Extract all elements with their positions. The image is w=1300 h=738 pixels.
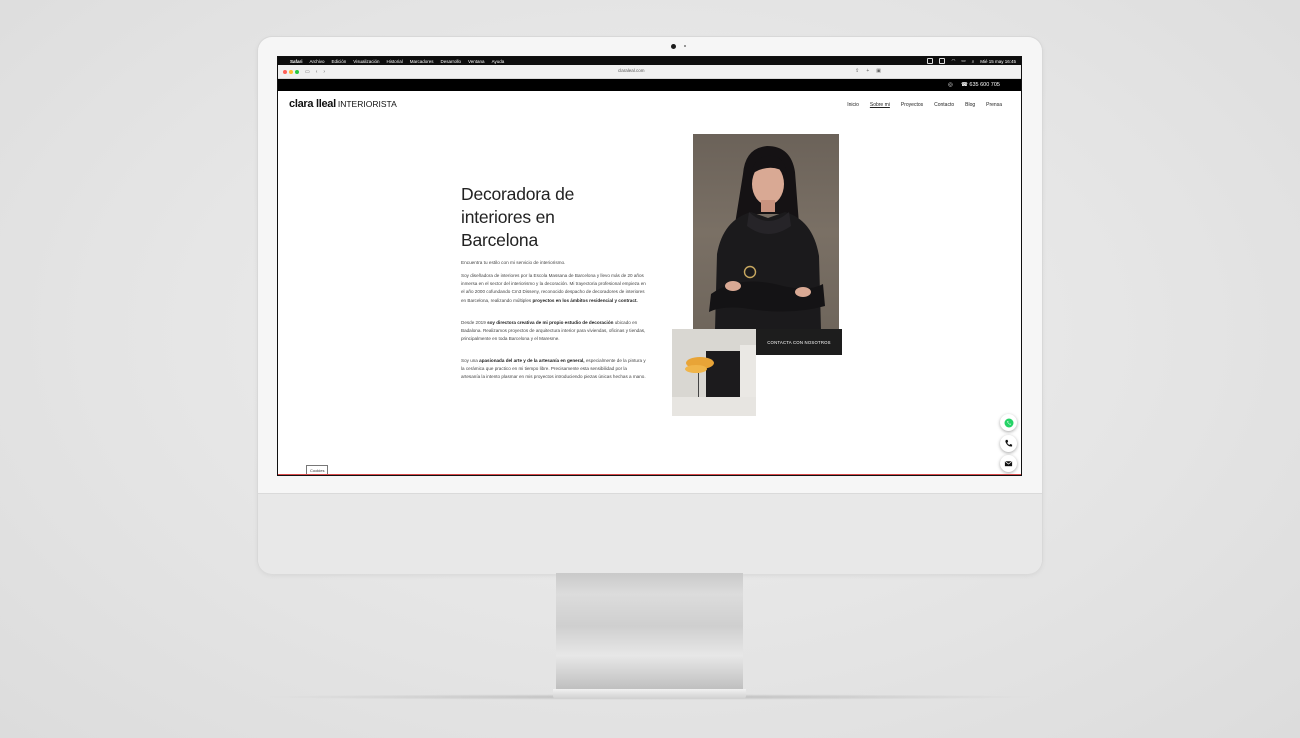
menu-edicion[interactable]: Edición xyxy=(332,59,347,64)
contact-cta-button[interactable]: CONTACTA CON NOSOTROS xyxy=(756,329,842,355)
menu-ventana[interactable]: Ventana xyxy=(468,59,485,64)
menu-app[interactable]: Safari xyxy=(290,59,303,64)
interior-illustration xyxy=(672,329,756,416)
sidebar-icon[interactable]: ▭ xyxy=(305,69,310,75)
mail-fab[interactable] xyxy=(1000,455,1017,472)
zoom-window-button[interactable] xyxy=(295,69,299,74)
paragraph-3-text-a: Soy una xyxy=(461,358,480,363)
main-nav: Inicio Sobre mi Proyectos Contacto Blog … xyxy=(847,102,1002,108)
page-title: Decoradora de interiores en Barcelona xyxy=(461,184,575,250)
new-tab-icon[interactable]: + xyxy=(866,68,869,74)
forward-icon[interactable]: › xyxy=(323,69,325,75)
logo-tagline: INTERIORISTA xyxy=(337,99,397,109)
imac-stand-base xyxy=(553,689,746,699)
share-icon[interactable]: ⇪ xyxy=(855,68,859,74)
topbar-phone[interactable]: ☎ 635 600 705 xyxy=(961,82,1000,88)
paragraph-2: Desde 2019 soy directora creativa de mi … xyxy=(461,319,646,344)
imac-chin xyxy=(258,493,1042,574)
battery-icon[interactable]: ▭ xyxy=(961,58,965,64)
nav-blog[interactable]: Blog xyxy=(965,102,975,108)
menubar-status: ◠ ▭ ⌕ Mié 15 may 16:45 xyxy=(927,58,1016,64)
whatsapp-icon xyxy=(1004,418,1013,427)
camera-led xyxy=(684,45,686,47)
menu-marcadores[interactable]: Marcadores xyxy=(410,59,434,64)
tabs-icon[interactable]: ▣ xyxy=(876,68,881,74)
camera-icon xyxy=(671,44,676,49)
toolbar-actions: ⇪ + ▣ xyxy=(855,68,881,74)
paragraph-2-bold: soy directora creativa de mi propio estu… xyxy=(487,320,614,325)
wifi-icon[interactable]: ◠ xyxy=(951,58,955,64)
paragraph-1-bold: proyectos en los ámbitos residencial y c… xyxy=(532,297,638,303)
menu-historial[interactable]: Historial xyxy=(386,59,402,64)
screen: Safari Archivo Edición Visualización His… xyxy=(277,56,1022,476)
menu-desarrollo[interactable]: Desarrollo xyxy=(441,59,462,64)
phone-fab[interactable] xyxy=(1000,435,1017,452)
paragraph-3: Soy una apasionada del arte y de la arte… xyxy=(461,357,646,382)
paragraph-3-bold: apasionada del arte y de la artesanía en… xyxy=(479,358,585,363)
whatsapp-icon[interactable]: ◎ xyxy=(948,82,953,88)
minimize-window-button[interactable] xyxy=(289,69,293,74)
mail-icon xyxy=(1004,461,1013,467)
site-logo[interactable]: clara lleal INTERIORISTA xyxy=(289,98,397,110)
logo-name: clara lleal xyxy=(289,98,336,110)
nav-proyectos[interactable]: Proyectos xyxy=(901,102,923,108)
menubar-clock[interactable]: Mié 15 may 16:45 xyxy=(980,59,1016,64)
portrait-photo xyxy=(693,134,839,330)
phone-icon xyxy=(1005,439,1013,447)
nav-inicio[interactable]: Inicio xyxy=(847,102,859,108)
nav-contacto[interactable]: Contacto xyxy=(934,102,954,108)
interior-photo xyxy=(672,329,756,416)
site-topbar: ◎ ☎ 635 600 705 xyxy=(278,79,1021,91)
menu-ayuda[interactable]: Ayuda xyxy=(492,59,505,64)
imac-stand xyxy=(556,573,743,691)
nav-sobre-mi[interactable]: Sobre mi xyxy=(870,102,890,108)
phone-number: 635 600 705 xyxy=(969,82,1000,88)
paragraph-1: Soy diseñadora de interiores por la Esco… xyxy=(461,272,646,305)
back-icon[interactable]: ‹ xyxy=(316,69,318,75)
lead-text: Encuentra tu estilo con mi servicio de i… xyxy=(461,260,566,265)
menu-visualizacion[interactable]: Visualización xyxy=(353,59,379,64)
close-window-button[interactable] xyxy=(283,69,287,74)
paragraph-2-text-a: Desde 2019 xyxy=(461,320,488,325)
whatsapp-fab[interactable] xyxy=(1000,414,1017,431)
url-bar[interactable]: claraleal.com xyxy=(618,68,645,73)
portrait-illustration xyxy=(709,146,825,330)
nav-prensa[interactable]: Prensa xyxy=(986,102,1002,108)
macos-menubar: Safari Archivo Edición Visualización His… xyxy=(278,57,1021,65)
menu-archivo[interactable]: Archivo xyxy=(310,59,325,64)
safari-toolbar: ▭ ‹ › claraleal.com ⇪ + ▣ xyxy=(278,65,1021,79)
status-icon[interactable] xyxy=(939,58,946,64)
bottom-accent-line xyxy=(278,474,1021,475)
status-icon[interactable] xyxy=(927,58,934,64)
search-icon[interactable]: ⌕ xyxy=(972,59,975,64)
